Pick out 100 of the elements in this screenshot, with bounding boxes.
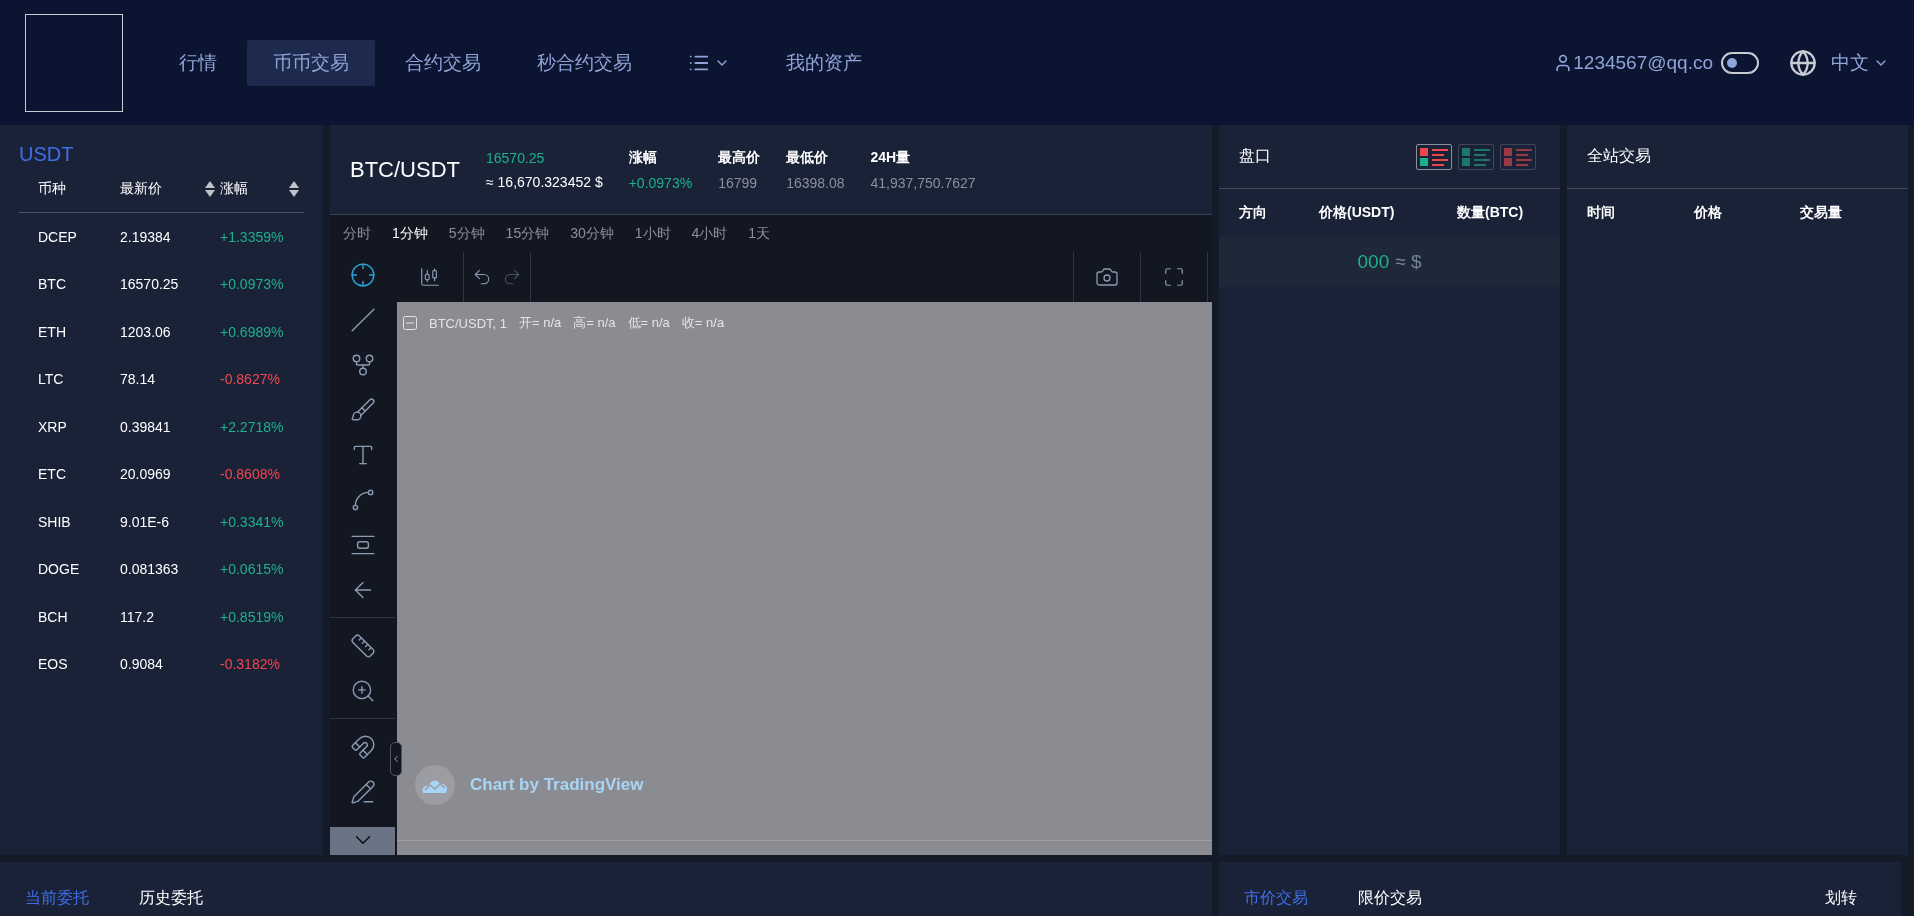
logo-placeholder[interactable]: [25, 13, 123, 112]
coin-price: 20.0969: [120, 466, 172, 483]
legend-value: 低= n/a: [627, 314, 670, 332]
panel-title: 盘口: [1239, 146, 1271, 166]
orders-tab[interactable]: 当前委托: [25, 888, 89, 909]
coin-change: +0.3341%: [220, 513, 285, 530]
coin-price: 2.19384: [120, 228, 172, 245]
orders-tab[interactable]: 历史委托: [139, 888, 203, 909]
brush-icon[interactable]: [349, 396, 376, 423]
magnet-icon[interactable]: [349, 733, 376, 760]
coin-change: +1.3359%: [220, 228, 285, 245]
coin-change: +0.8519%: [220, 608, 285, 625]
order-book-view-button[interactable]: [1458, 143, 1494, 170]
coin-price: 16570.25: [120, 276, 180, 293]
nav-link[interactable]: 合约交易: [379, 39, 507, 86]
column-header: 价格(USDT): [1319, 204, 1396, 222]
column-header: 交易量: [1800, 204, 1843, 222]
coin-symbol[interactable]: SHIB: [38, 513, 120, 530]
nav-link[interactable]: 行情: [153, 39, 243, 86]
order-book-view-button[interactable]: [1416, 143, 1452, 170]
trade-type-tab[interactable]: 限价交易: [1358, 888, 1422, 909]
pair-title: BTC/USDT: [350, 156, 460, 183]
order-book-view-icon: [1503, 146, 1533, 167]
order-book-view-icon: [1461, 146, 1491, 167]
camera-icon[interactable]: [1095, 265, 1119, 289]
legend-symbol: BTC/USDT, 1: [429, 315, 507, 331]
theme-toggle[interactable]: [1721, 51, 1759, 74]
cloud-logo-icon: [415, 765, 455, 805]
transfer-link[interactable]: 划转: [1825, 888, 1857, 909]
legend-value: 收= n/a: [681, 314, 725, 332]
ruler-icon[interactable]: [349, 632, 376, 659]
candlestick-icon[interactable]: [419, 266, 441, 288]
stat-value: 41,937,750.7627: [870, 174, 976, 191]
stat-value: +0.0973%: [628, 174, 693, 191]
undo-icon[interactable]: [472, 267, 492, 287]
last-price: 16570.25: [486, 149, 546, 166]
mid-price: 000: [1357, 251, 1390, 273]
stat-label: 最低价: [786, 148, 830, 167]
trade-type-tab[interactable]: 市价交易: [1244, 888, 1308, 909]
stat-label: 涨幅: [628, 148, 658, 167]
coin-price: 9.01E-6: [120, 513, 171, 530]
coin-price: 0.39841: [120, 418, 172, 435]
interval-tab[interactable]: 5分钟: [448, 224, 485, 243]
coin-change: -0.3182%: [220, 656, 281, 673]
nav-link[interactable]: 币币交易: [247, 39, 375, 86]
column-header: 数量(BTC): [1457, 204, 1525, 222]
sort-icon[interactable]: [204, 180, 216, 198]
interval-tab[interactable]: 30分钟: [570, 224, 614, 243]
interval-tab[interactable]: 15分钟: [505, 224, 550, 243]
coin-symbol[interactable]: EOS: [38, 656, 120, 673]
coin-symbol[interactable]: DOGE: [38, 561, 120, 578]
legend-value: 高= n/a: [573, 314, 616, 332]
pencil-icon[interactable]: [349, 778, 376, 805]
collapse-toolbar-button[interactable]: [390, 742, 402, 776]
mid-price-approx: ≈ $: [1395, 251, 1422, 273]
legend-value: 开= n/a: [519, 314, 562, 332]
stat-value: 16799: [718, 174, 759, 191]
crosshair-icon[interactable]: [349, 261, 376, 288]
globe-icon[interactable]: [1789, 48, 1817, 77]
chevron-left-icon: [391, 754, 401, 764]
interval-tab[interactable]: 1分钟: [392, 224, 428, 243]
nav-link[interactable]: 我的资产: [760, 39, 888, 86]
coin-symbol[interactable]: DCEP: [38, 228, 120, 245]
coin-price: 1203.06: [120, 323, 172, 340]
interval-tab[interactable]: 分时: [343, 224, 371, 243]
coin-price: 117.2: [120, 608, 155, 625]
stat-value: 16398.08: [786, 174, 845, 191]
coin-symbol[interactable]: LTC: [38, 371, 120, 388]
language-menu[interactable]: 中文: [1831, 49, 1889, 76]
coin-price: 78.14: [120, 371, 157, 388]
interval-tab[interactable]: 1天: [748, 224, 771, 243]
column-header: 方向: [1239, 204, 1268, 222]
nav-link[interactable]: 秒合约交易: [511, 39, 658, 86]
order-book-view-icon: [1419, 146, 1449, 167]
market-title: USDT: [18, 142, 75, 166]
coin-change: -0.8608%: [220, 466, 281, 483]
coin-change: +2.2718%: [220, 418, 285, 435]
sort-icon[interactable]: [288, 180, 300, 198]
price-approx: ≈ 16,670.323452 $: [486, 173, 603, 190]
coin-price: 0.081363: [120, 561, 180, 578]
coin-symbol[interactable]: XRP: [38, 418, 120, 435]
fullscreen-icon[interactable]: [1163, 266, 1185, 288]
column-header: 币种: [38, 180, 66, 198]
coin-price: 0.9084: [120, 656, 164, 673]
line-icon[interactable]: [349, 306, 376, 333]
coin-change: +0.0973%: [220, 276, 285, 293]
coin-symbol[interactable]: BTC: [38, 276, 120, 293]
column-header: 时间: [1587, 204, 1616, 222]
coin-symbol[interactable]: ETC: [38, 466, 120, 483]
interval-tab[interactable]: 1小时: [634, 224, 671, 243]
collapse-legend-icon[interactable]: [403, 316, 417, 330]
stat-label: 最高价: [718, 148, 761, 167]
interval-tab[interactable]: 4小时: [691, 224, 728, 243]
stat-label: 24H量: [870, 148, 912, 167]
column-header: 价格: [1694, 204, 1723, 222]
coin-change: -0.8627%: [220, 371, 281, 388]
user-account-link[interactable]: 1234567@qq.co: [1573, 51, 1713, 74]
coin-symbol[interactable]: BCH: [38, 608, 120, 625]
coin-symbol[interactable]: ETH: [38, 323, 120, 340]
column-header: 涨幅: [220, 180, 248, 198]
